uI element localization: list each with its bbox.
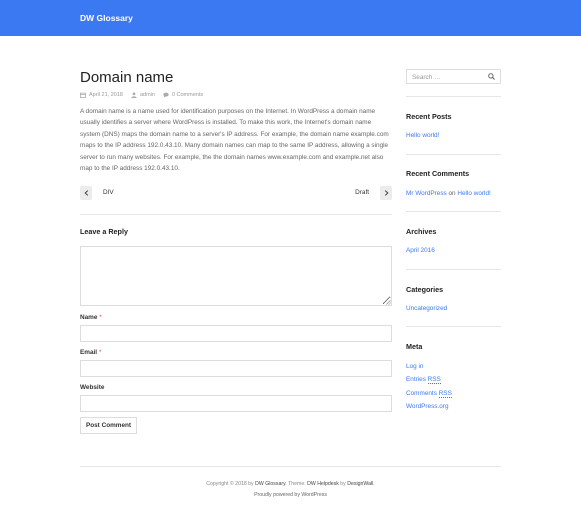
entries-rss-link[interactable]: Entries RSS	[406, 376, 441, 384]
footer-theme-link[interactable]: DW Helpdesk	[307, 481, 339, 487]
footer-end: .	[373, 481, 375, 487]
name-label: Name *	[80, 314, 102, 321]
chevron-right-icon	[384, 190, 389, 196]
archive-link[interactable]: April 2016	[406, 247, 435, 254]
reply-title: Leave a Reply	[80, 227, 128, 236]
widget-divider	[406, 269, 501, 270]
site-title[interactable]: DW Glossary	[80, 13, 133, 23]
widget-divider	[406, 154, 501, 155]
email-field[interactable]	[80, 360, 392, 377]
footer-site-link[interactable]: DW Glossary	[255, 481, 285, 487]
website-label: Website	[80, 384, 105, 391]
rss-abbr: RSS	[438, 390, 452, 398]
category-link[interactable]: Uncategorized	[406, 305, 447, 312]
login-link[interactable]: Log in	[406, 363, 423, 370]
footer-divider	[80, 466, 501, 467]
post-author[interactable]: admin	[131, 92, 155, 98]
comment-icon	[163, 92, 169, 98]
content-divider	[80, 214, 392, 215]
calendar-icon	[80, 92, 86, 98]
site-header: DW Glossary	[0, 0, 581, 36]
post-comments-text: 0 Comments	[171, 92, 204, 98]
search-icon[interactable]	[488, 73, 495, 80]
next-post-link[interactable]: Draft	[355, 189, 369, 196]
required-mark: *	[99, 314, 102, 321]
footer-copyright: Copyright © 2018 by DW Glossary. Theme: …	[0, 481, 581, 487]
comments-rss-link[interactable]: Comments RSS	[406, 390, 452, 398]
post-title: Domain name	[80, 69, 174, 86]
widget-divider	[406, 96, 501, 97]
wordpress-org-link[interactable]: WordPress.org	[406, 403, 449, 410]
required-mark: *	[98, 349, 102, 356]
name-label-text: Name	[80, 314, 98, 321]
footer-author-link[interactable]: DesignWall	[347, 481, 373, 487]
post-date-text: April 21, 2018	[89, 92, 123, 98]
chevron-left-icon	[83, 190, 88, 196]
footer-powered[interactable]: Proudly powered by WordPress	[0, 492, 581, 498]
theme-text: . Theme:	[285, 481, 306, 487]
by-text: by	[340, 481, 346, 487]
post-content: A domain name is a name used for identif…	[80, 108, 389, 173]
name-field[interactable]	[80, 325, 392, 342]
comments-rss-prefix: Comments	[406, 390, 437, 397]
user-icon	[131, 92, 137, 98]
post-comment-button[interactable]: Post Comment	[80, 417, 137, 434]
post-comments[interactable]: 0 Comments	[163, 92, 203, 98]
meta-title: Meta	[406, 342, 423, 351]
copyright-prefix: Copyright © 2018 by	[206, 481, 254, 487]
next-post-button[interactable]	[380, 186, 392, 200]
resize-handle-icon[interactable]	[386, 300, 391, 305]
recent-posts-title: Recent Posts	[406, 112, 452, 121]
post-date[interactable]: April 21, 2018	[80, 92, 123, 98]
entries-rss-prefix: Entries	[406, 376, 426, 383]
post-meta: April 21, 2018 admin 0 Comments	[80, 92, 211, 98]
recent-comments-title: Recent Comments	[406, 169, 470, 178]
archives-title: Archives	[406, 227, 437, 236]
recent-post-link[interactable]: Hello world!	[406, 132, 439, 139]
categories-title: Categories	[406, 285, 444, 294]
email-label-text: Email	[80, 349, 98, 356]
search-form	[406, 69, 501, 84]
email-label: Email *	[80, 349, 101, 356]
comment-author-link[interactable]: Mr WordPress	[406, 190, 447, 197]
widget-divider	[406, 326, 501, 327]
prev-post-button[interactable]	[80, 186, 92, 200]
rss-abbr: RSS	[427, 376, 441, 384]
search-input[interactable]	[412, 73, 482, 81]
comment-post-link[interactable]: Hello world!	[457, 190, 490, 197]
post-navigation: DIV Draft	[80, 186, 392, 200]
website-field[interactable]	[80, 395, 392, 412]
comment-on-text: on	[448, 190, 456, 197]
recent-comment-item: Mr WordPress on Hello world!	[406, 190, 491, 197]
widget-divider	[406, 211, 501, 212]
comment-textarea[interactable]	[80, 246, 392, 306]
post-author-text: admin	[139, 92, 155, 98]
prev-post-link[interactable]: DIV	[103, 189, 114, 196]
